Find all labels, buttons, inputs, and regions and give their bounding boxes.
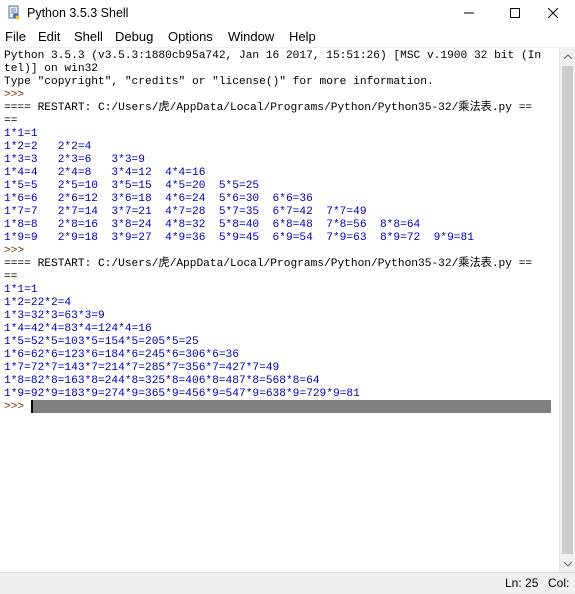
output-line: 1*5=5 2*5=10 3*5=15 4*5=20 5*5=25 xyxy=(4,180,260,192)
shell-line: Type "copyright", "credits" or "license(… xyxy=(4,76,434,88)
output-line: 1*7=7 2*7=14 3*7=21 4*7=28 5*7=35 6*7=42… xyxy=(4,206,367,218)
output-line: 1*7=72*7=143*7=214*7=285*7=356*7=427*7=4… xyxy=(4,362,280,374)
menu-debug[interactable]: Debug xyxy=(115,29,153,45)
chevron-up-icon xyxy=(564,53,572,59)
shell-prompt: >>> xyxy=(4,401,31,413)
status-bar: Ln: 25 Col: xyxy=(0,572,575,594)
shell-line: ==== RESTART: C:/Users/虎/AppData/Local/P… xyxy=(4,258,533,270)
shell-line: tel)] on win32 xyxy=(4,63,98,75)
column-number: Col: xyxy=(548,576,570,590)
output-line: 1*6=6 2*6=12 3*6=18 4*6=24 5*6=30 6*6=36 xyxy=(4,193,313,205)
output-line: 1*5=52*5=103*5=154*5=205*5=25 xyxy=(4,336,199,348)
output-line: 1*1=1 xyxy=(4,284,38,296)
vertical-scrollbar[interactable] xyxy=(559,48,575,572)
chevron-down-icon xyxy=(564,561,572,567)
output-line: 1*4=4 2*4=8 3*4=12 4*4=16 xyxy=(4,167,206,179)
line-number: Ln: 25 xyxy=(505,576,539,590)
scroll-down-button[interactable] xyxy=(560,556,575,572)
text-cursor xyxy=(31,400,33,413)
shell-prompt: >>> xyxy=(4,245,31,257)
output-line: 1*3=3 2*3=6 3*3=9 xyxy=(4,154,145,166)
menu-edit[interactable]: Edit xyxy=(38,29,60,45)
shell-line: == xyxy=(4,271,18,283)
output-line: 1*3=32*3=63*3=9 xyxy=(4,310,105,322)
menu-window[interactable]: Window xyxy=(228,29,274,45)
title-bar[interactable]: Python 3.5.3 Shell xyxy=(0,0,575,26)
minimize-icon xyxy=(464,12,474,14)
maximize-icon xyxy=(510,8,520,18)
shell-line: == xyxy=(4,115,18,127)
selection-highlight xyxy=(31,400,551,413)
output-line: 1*8=82*8=163*8=244*8=325*8=406*8=487*8=5… xyxy=(4,375,320,387)
menu-bar: File Edit Shell Debug Options Window Hel… xyxy=(0,26,575,48)
menu-shell[interactable]: Shell xyxy=(74,29,103,45)
scroll-up-button[interactable] xyxy=(560,48,575,64)
output-line: 1*1=1 xyxy=(4,128,38,140)
shell-line: ==== RESTART: C:/Users/虎/AppData/Local/P… xyxy=(4,102,533,114)
output-line: 1*8=8 2*8=16 3*8=24 4*8=32 5*8=40 6*8=48… xyxy=(4,219,421,231)
scroll-thumb[interactable] xyxy=(562,66,573,554)
output-line: 1*2=2 2*2=4 xyxy=(4,141,92,153)
minimize-button[interactable] xyxy=(446,0,492,26)
output-line: 1*2=22*2=4 xyxy=(4,297,72,309)
shell-text-area[interactable]: >>> 1*9=92*9=183*9=274*9=365*9=456*9=547… xyxy=(0,48,559,572)
close-icon xyxy=(548,8,558,18)
output-line: 1*9=9 2*9=18 3*9=27 4*9=36 5*9=45 6*9=54… xyxy=(4,232,474,244)
close-button[interactable] xyxy=(530,0,575,26)
shell-line: Python 3.5.3 (v3.5.3:1880cb95a742, Jan 1… xyxy=(4,50,542,62)
menu-options[interactable]: Options xyxy=(168,29,213,45)
menu-help[interactable]: Help xyxy=(289,29,316,45)
output-line: 1*4=42*4=83*4=124*4=16 xyxy=(4,323,152,335)
shell-prompt: >>> xyxy=(4,89,31,101)
menu-file[interactable]: File xyxy=(5,29,26,45)
output-line: 1*6=62*6=123*6=184*6=245*6=306*6=36 xyxy=(4,349,239,361)
python-icon xyxy=(8,5,20,20)
window-title: Python 3.5.3 Shell xyxy=(27,6,129,20)
